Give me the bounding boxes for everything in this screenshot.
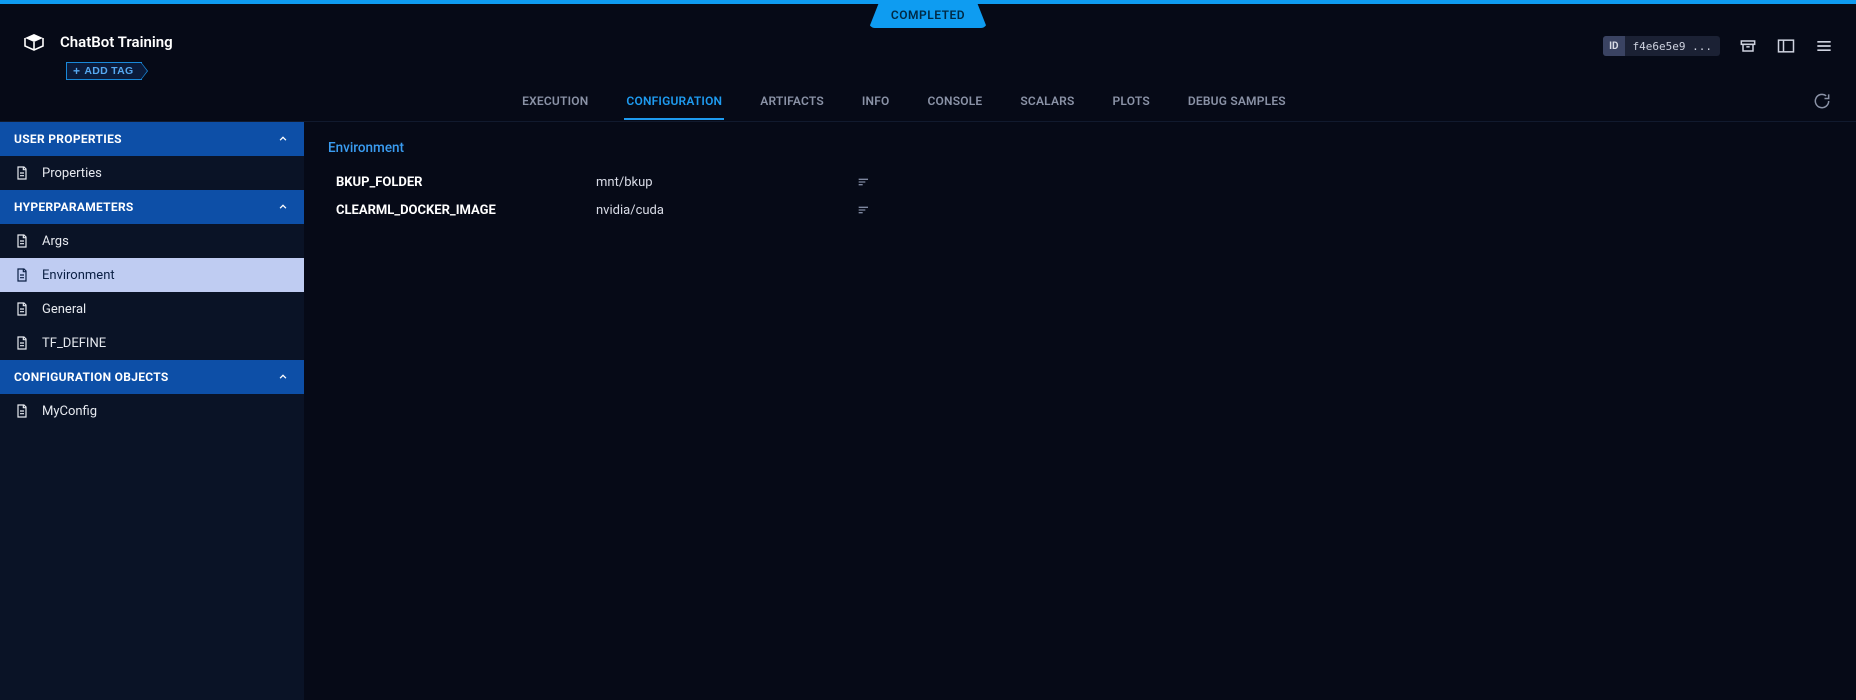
config-key: BKUP_FOLDER xyxy=(336,175,596,190)
panel-title: Environment xyxy=(328,140,1832,156)
sidebar-section-hyperparameters[interactable]: HYPERPARAMETERS xyxy=(0,190,304,224)
archive-icon[interactable] xyxy=(1738,36,1758,56)
app-logo-icon xyxy=(22,30,46,54)
sidebar-item-label: Args xyxy=(42,234,69,249)
tab-debug-samples[interactable]: DEBUG SAMPLES xyxy=(1186,82,1288,120)
plus-icon: + xyxy=(73,65,80,77)
id-value: f4e6e5e9 ... xyxy=(1625,40,1720,53)
chevron-up-icon xyxy=(276,132,290,146)
config-key: CLEARML_DOCKER_IMAGE xyxy=(336,203,596,218)
config-row: CLEARML_DOCKER_IMAGEnvidia/cuda xyxy=(328,196,1832,224)
sidebar-item-label: Properties xyxy=(42,166,102,181)
document-icon xyxy=(14,301,30,317)
sidebar-item-label: Environment xyxy=(42,268,115,283)
tabs-bar: EXECUTION CONFIGURATION ARTIFACTS INFO CONSO… xyxy=(0,80,1856,122)
sidebar-item-environment[interactable]: Environment xyxy=(0,258,304,292)
row-action-icon[interactable] xyxy=(856,174,896,190)
sidebar-section-configuration-objects[interactable]: CONFIGURATION OBJECTS xyxy=(0,360,304,394)
config-value: nvidia/cuda xyxy=(596,203,856,218)
panel-toggle-icon[interactable] xyxy=(1776,36,1796,56)
tab-artifacts[interactable]: ARTIFACTS xyxy=(758,82,826,120)
chevron-up-icon xyxy=(276,200,290,214)
sidebar-item-label: General xyxy=(42,302,86,317)
sidebar-item-properties[interactable]: Properties xyxy=(0,156,304,190)
document-icon xyxy=(14,165,30,181)
add-tag-label: ADD TAG xyxy=(84,65,133,77)
config-value: mnt/bkup xyxy=(596,175,856,190)
section-title: CONFIGURATION OBJECTS xyxy=(14,370,169,384)
sidebar-item-label: MyConfig xyxy=(42,404,97,419)
tab-scalars[interactable]: SCALARS xyxy=(1018,82,1076,120)
tab-console[interactable]: CONSOLE xyxy=(926,82,985,120)
sidebar-item-label: TF_DEFINE xyxy=(42,336,106,351)
experiment-id-chip[interactable]: ID f4e6e5e9 ... xyxy=(1603,36,1720,56)
sidebar-item-general[interactable]: General xyxy=(0,292,304,326)
sidebar-item-args[interactable]: Args xyxy=(0,224,304,258)
sidebar: USER PROPERTIES Properties HYPERPARAMETERS… xyxy=(0,122,304,700)
document-icon xyxy=(14,335,30,351)
chevron-up-icon xyxy=(276,370,290,384)
sidebar-section-user-properties[interactable]: USER PROPERTIES xyxy=(0,122,304,156)
header: ChatBot Training + ADD TAG ID f4e6e5e9 .… xyxy=(0,4,1856,80)
tab-plots[interactable]: PLOTS xyxy=(1111,82,1152,120)
document-icon xyxy=(14,403,30,419)
tab-info[interactable]: INFO xyxy=(860,82,892,120)
document-icon xyxy=(14,233,30,249)
config-row: BKUP_FOLDERmnt/bkup xyxy=(328,168,1832,196)
section-title: USER PROPERTIES xyxy=(14,132,122,146)
sidebar-item-myconfig[interactable]: MyConfig xyxy=(0,394,304,428)
row-action-icon[interactable] xyxy=(856,202,896,218)
id-badge-label: ID xyxy=(1603,36,1624,56)
menu-icon[interactable] xyxy=(1814,36,1834,56)
sidebar-item-tf_define[interactable]: TF_DEFINE xyxy=(0,326,304,360)
tab-configuration[interactable]: CONFIGURATION xyxy=(624,82,724,120)
section-title: HYPERPARAMETERS xyxy=(14,200,134,214)
page-title: ChatBot Training xyxy=(60,33,173,51)
refresh-icon[interactable] xyxy=(1812,91,1832,111)
add-tag-button[interactable]: + ADD TAG xyxy=(66,62,142,80)
tab-execution[interactable]: EXECUTION xyxy=(520,82,590,120)
document-icon xyxy=(14,267,30,283)
main-panel: Environment BKUP_FOLDERmnt/bkupCLEARML_D… xyxy=(304,122,1856,700)
